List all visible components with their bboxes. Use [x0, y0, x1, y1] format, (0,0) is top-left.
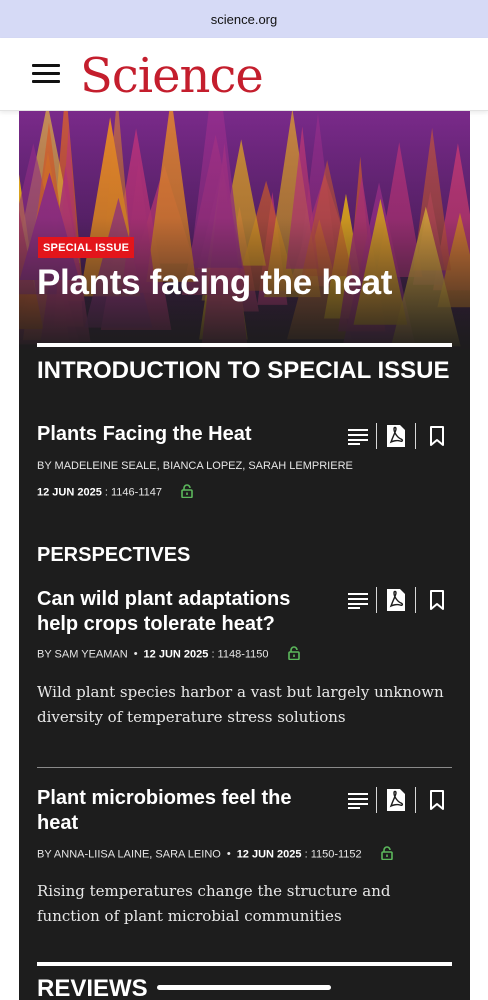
bookmark-icon[interactable] [425, 423, 449, 449]
article-meta: BY ANNA-LIISA LAINE, SARA LEINO • 12 JUN 2… [37, 846, 393, 863]
article-date: 12 JUN 2025 [143, 648, 209, 661]
divider [37, 962, 452, 966]
abstract-lines-icon[interactable] [346, 787, 370, 813]
browser-url-bar[interactable]: science.org [0, 0, 488, 38]
article-date: 12 JUN 2025 [236, 848, 302, 861]
article-authors: BY MADELEINE SEALE, BIANCA LOPEZ, SARAH … [37, 460, 353, 472]
divider [37, 343, 452, 347]
article-meta: 12 JUN 2025 : 1146-1147 [37, 484, 193, 501]
article-tools [344, 423, 452, 449]
divider [37, 767, 452, 768]
hero-banner[interactable]: SPECIAL ISSUE Plants facing the heat [19, 111, 470, 349]
divider [376, 787, 377, 813]
hero-image [19, 111, 470, 349]
divider [376, 423, 377, 449]
pdf-icon[interactable] [384, 587, 408, 613]
open-access-lock-icon [287, 646, 300, 663]
article-title[interactable]: Plants Facing the Heat [37, 422, 327, 447]
article-pages: : 1150-1152 [304, 848, 362, 861]
abstract-lines-icon[interactable] [346, 423, 370, 449]
home-indicator [157, 985, 331, 990]
article-description: Rising temperatures change the structure… [37, 882, 391, 925]
pdf-icon[interactable] [384, 787, 408, 813]
article-tools [344, 587, 452, 613]
article-authors: BY SAM YEAMAN [37, 648, 128, 661]
section-perspectives-heading: PERSPECTIVES [37, 544, 191, 566]
site-header: Science [0, 38, 488, 111]
abstract-lines-icon[interactable] [346, 587, 370, 613]
url-text: science.org [210, 11, 278, 27]
bookmark-icon[interactable] [425, 587, 449, 613]
divider [376, 587, 377, 613]
science-logo[interactable]: Science [80, 46, 264, 106]
article-description: Wild plant species harbor a vast but lar… [37, 683, 444, 726]
pdf-icon[interactable] [384, 423, 408, 449]
article-date: 12 JUN 2025 [37, 486, 102, 499]
article-title[interactable]: Plant microbiomes feel the heat [37, 786, 327, 836]
section-reviews-heading: REVIEWS [37, 975, 148, 1000]
article-tools [344, 787, 452, 813]
article-pages: : 1148-1150 [211, 648, 269, 661]
special-issue-badge: SPECIAL ISSUE [38, 237, 135, 258]
open-access-lock-icon [181, 484, 193, 501]
hero-title: Plants facing the heat [37, 263, 393, 302]
article-title[interactable]: Can wild plant adaptations help crops to… [37, 587, 327, 637]
article-authors: BY ANNA-LIISA LAINE, SARA LEINO [37, 848, 221, 861]
section-intro-heading: INTRODUCTION TO SPECIAL ISSUE [37, 357, 450, 384]
article-meta: BY SAM YEAMAN • 12 JUN 2025 : 1148-1150 [37, 646, 300, 663]
article-pages: : 1146-1147 [104, 486, 162, 499]
open-access-lock-icon [380, 846, 393, 863]
divider [415, 423, 416, 449]
divider [415, 787, 416, 813]
menu-icon[interactable] [32, 64, 60, 84]
bookmark-icon[interactable] [425, 787, 449, 813]
special-issue-card: SPECIAL ISSUE Plants facing the heat INT… [19, 111, 470, 1000]
divider [415, 587, 416, 613]
